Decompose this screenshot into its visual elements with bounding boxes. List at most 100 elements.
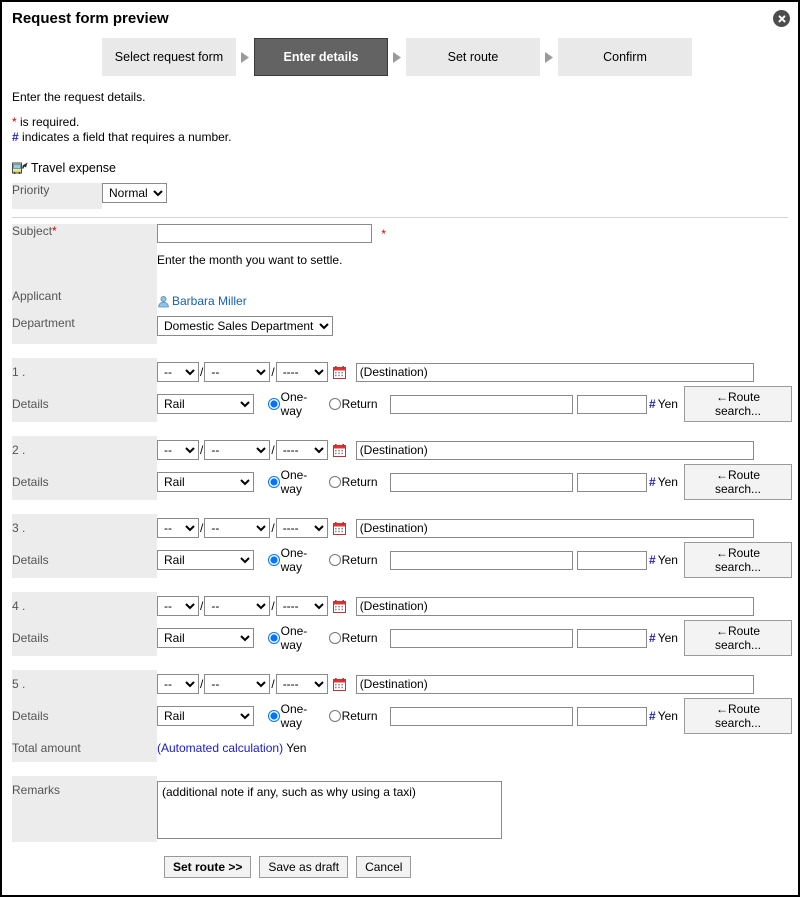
one-way-option[interactable]: One-way bbox=[267, 546, 325, 574]
day-select[interactable]: -- bbox=[204, 674, 271, 694]
return-radio[interactable] bbox=[328, 554, 341, 566]
number-symbol: # bbox=[649, 475, 656, 489]
route-search-button[interactable]: ←Route search... bbox=[683, 464, 792, 500]
month-select[interactable]: -- bbox=[157, 518, 199, 538]
step-set-route[interactable]: Set route bbox=[406, 38, 540, 76]
month-select[interactable]: -- bbox=[157, 674, 199, 694]
day-select[interactable]: -- bbox=[204, 518, 271, 538]
month-select[interactable]: -- bbox=[157, 596, 199, 616]
close-icon[interactable] bbox=[773, 10, 790, 27]
travel-expense-icon bbox=[12, 161, 28, 175]
route-text-input[interactable] bbox=[389, 472, 574, 492]
save-as-draft-button[interactable]: Save as draft bbox=[259, 856, 349, 878]
applicant-value-cell: Barbara Miller bbox=[157, 289, 386, 316]
return-option[interactable]: Return bbox=[328, 397, 378, 411]
route-text-input[interactable] bbox=[389, 628, 574, 648]
year-select[interactable]: ---- bbox=[275, 596, 328, 616]
route-search-button[interactable]: ←Route search... bbox=[683, 698, 792, 734]
month-select[interactable]: -- bbox=[157, 362, 199, 382]
one-way-option[interactable]: One-way bbox=[267, 468, 325, 496]
expense-row-block: 3 . -- / -- / ---- (Destination) Details… bbox=[2, 514, 798, 578]
year-select[interactable]: ---- bbox=[275, 674, 328, 694]
return-radio[interactable] bbox=[328, 710, 341, 722]
date-separator: / bbox=[271, 521, 275, 535]
step-confirm[interactable]: Confirm bbox=[558, 38, 692, 76]
destination-input[interactable] bbox=[355, 362, 754, 382]
transport-select[interactable]: Rail bbox=[157, 706, 254, 726]
return-label: Return bbox=[341, 631, 378, 645]
expense-rows-container: 1 . -- / -- / ---- (Destination) Details… bbox=[2, 358, 798, 734]
route-search-button[interactable]: ←Route search... bbox=[683, 620, 792, 656]
amount-input[interactable] bbox=[577, 550, 648, 570]
step-enter-details[interactable]: Enter details bbox=[254, 38, 388, 76]
amount-input[interactable] bbox=[577, 706, 648, 726]
step-arrow-icon bbox=[236, 51, 254, 63]
month-select[interactable]: -- bbox=[157, 440, 199, 460]
year-select[interactable]: ---- bbox=[275, 440, 328, 460]
main-fields-table: Subject* * Enter the month you want to s… bbox=[12, 224, 386, 344]
amount-input[interactable] bbox=[577, 472, 648, 492]
step-select-request-form[interactable]: Select request form bbox=[102, 38, 236, 76]
one-way-radio[interactable] bbox=[267, 632, 280, 644]
priority-select[interactable]: Normal bbox=[102, 183, 167, 203]
set-route-button[interactable]: Set route >> bbox=[164, 856, 252, 878]
expense-row-table: 5 . -- / -- / ---- (Destination) Details… bbox=[12, 670, 792, 734]
calendar-icon[interactable] bbox=[328, 599, 346, 613]
destination-input[interactable] bbox=[355, 596, 754, 616]
one-way-option[interactable]: One-way bbox=[267, 624, 325, 652]
destination-input[interactable] bbox=[355, 518, 754, 538]
applicant-link[interactable]: Barbara Miller bbox=[172, 294, 247, 308]
one-way-radio[interactable] bbox=[267, 554, 280, 566]
route-text-input[interactable] bbox=[389, 394, 574, 414]
department-label: Department bbox=[12, 316, 157, 344]
return-radio[interactable] bbox=[328, 398, 341, 410]
transport-select[interactable]: Rail bbox=[157, 550, 254, 570]
return-radio[interactable] bbox=[328, 632, 341, 644]
year-select[interactable]: ---- bbox=[275, 362, 328, 382]
priority-table: Priority Normal bbox=[12, 183, 167, 209]
return-option[interactable]: Return bbox=[328, 553, 378, 567]
calendar-icon[interactable] bbox=[328, 365, 346, 379]
one-way-radio[interactable] bbox=[267, 398, 280, 410]
remarks-label: Remarks bbox=[12, 776, 157, 842]
amount-input[interactable] bbox=[577, 394, 648, 414]
transport-select[interactable]: Rail bbox=[157, 628, 254, 648]
calendar-icon[interactable] bbox=[328, 521, 346, 535]
page-title: Request form preview bbox=[12, 10, 169, 27]
return-radio[interactable] bbox=[328, 476, 341, 488]
expense-row-details: Details Rail One-way Return # Yen ←Route… bbox=[12, 464, 792, 500]
route-search-button[interactable]: ←Route search... bbox=[683, 386, 792, 422]
calendar-icon[interactable] bbox=[328, 443, 346, 457]
route-search-button[interactable]: ←Route search... bbox=[683, 542, 792, 578]
return-option[interactable]: Return bbox=[328, 709, 378, 723]
transport-select[interactable]: Rail bbox=[157, 472, 254, 492]
destination-input[interactable] bbox=[355, 674, 754, 694]
one-way-radio[interactable] bbox=[267, 476, 280, 488]
return-option[interactable]: Return bbox=[328, 475, 378, 489]
route-text-input[interactable] bbox=[389, 706, 574, 726]
expense-row-block: 5 . -- / -- / ---- (Destination) Details… bbox=[2, 670, 798, 734]
year-select[interactable]: ---- bbox=[275, 518, 328, 538]
subject-input[interactable] bbox=[157, 224, 372, 243]
department-select[interactable]: Domestic Sales Department bbox=[157, 316, 333, 336]
route-text-input[interactable] bbox=[389, 550, 574, 570]
one-way-option[interactable]: One-way bbox=[267, 390, 325, 418]
day-select[interactable]: -- bbox=[204, 596, 271, 616]
date-separator: / bbox=[271, 443, 275, 457]
amount-input[interactable] bbox=[577, 628, 648, 648]
total-amount-value: (Automated calculation) bbox=[157, 741, 284, 755]
transport-select[interactable]: Rail bbox=[157, 394, 254, 414]
day-select[interactable]: -- bbox=[204, 440, 271, 460]
destination-input[interactable] bbox=[355, 440, 754, 460]
one-way-radio[interactable] bbox=[267, 710, 280, 722]
expense-row-number: 5 . bbox=[12, 670, 157, 698]
expense-row-date: 4 . -- / -- / ---- bbox=[12, 592, 792, 620]
return-option[interactable]: Return bbox=[328, 631, 378, 645]
number-note-text: indicates a field that requires a number… bbox=[18, 130, 232, 144]
calendar-icon[interactable] bbox=[328, 677, 346, 691]
cancel-button[interactable]: Cancel bbox=[356, 856, 412, 878]
day-select[interactable]: -- bbox=[204, 362, 271, 382]
remarks-textarea[interactable] bbox=[157, 781, 502, 839]
total-amount-label: Total amount bbox=[12, 734, 157, 762]
one-way-option[interactable]: One-way bbox=[267, 702, 325, 730]
